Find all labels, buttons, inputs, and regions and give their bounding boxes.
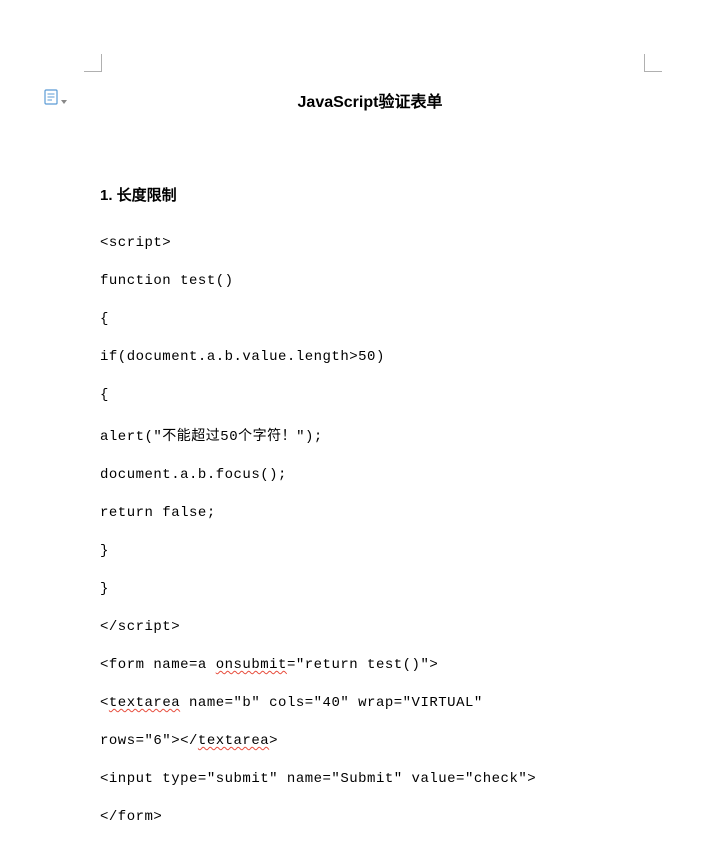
corner-mark-top-left: [84, 54, 102, 72]
code-line: <form name=a onsubmit="return test()">: [100, 657, 640, 673]
code-line: <input type="submit" name="Submit" value…: [100, 771, 640, 787]
code-line: }: [100, 581, 640, 597]
page-indicator: [44, 89, 67, 110]
section-heading: 1. 长度限制: [100, 184, 640, 205]
code-line: <textarea name="b" cols="40" wrap="VIRTU…: [100, 695, 640, 711]
code-line: return false;: [100, 505, 640, 521]
code-line: <script>: [100, 235, 640, 251]
code-line: rows="6"></textarea>: [100, 733, 640, 749]
document-content: JavaScript验证表单 1. 长度限制 <script> function …: [100, 88, 640, 847]
code-line: }: [100, 543, 640, 559]
code-line: function test(): [100, 273, 640, 289]
document-title: JavaScript验证表单: [100, 88, 640, 112]
code-line: </form>: [100, 809, 640, 825]
code-line: {: [100, 311, 640, 327]
code-block: <script> function test() { if(document.a.b.…: [100, 235, 640, 825]
code-line: alert("不能超过50个字符！");: [100, 425, 640, 445]
code-line: document.a.b.focus();: [100, 467, 640, 483]
chevron-down-icon: [61, 91, 67, 109]
corner-mark-top-right: [644, 54, 662, 72]
code-line: </script>: [100, 619, 640, 635]
doc-icon: [44, 89, 58, 110]
code-line: {: [100, 387, 640, 403]
code-line: if(document.a.b.value.length>50): [100, 349, 640, 365]
